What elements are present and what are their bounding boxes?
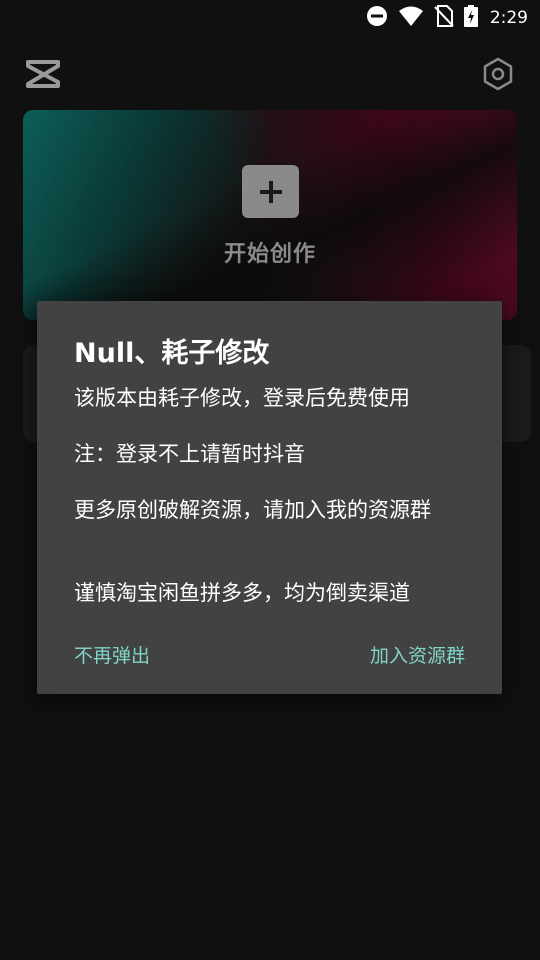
app-screen: 2:29 开始创作 Null、耗子修改 该版本由耗子修改，登录后免费使用 注：登… bbox=[0, 0, 540, 960]
dialog-message-line: 注：登录不上请暂时抖音 bbox=[74, 442, 305, 466]
dialog-message-line: 谨慎淘宝闲鱼拼多多，均为倒卖渠道 bbox=[74, 581, 410, 605]
join-group-button[interactable]: 加入资源群 bbox=[370, 641, 465, 668]
dont-show-again-button[interactable]: 不再弹出 bbox=[74, 641, 150, 668]
mod-notice-dialog: Null、耗子修改 该版本由耗子修改，登录后免费使用 注：登录不上请暂时抖音 更… bbox=[37, 301, 502, 694]
dialog-message-line: 更多原创破解资源，请加入我的资源群 bbox=[74, 498, 431, 522]
dialog-title: Null、耗子修改 bbox=[74, 338, 270, 369]
dialog-message-line: 该版本由耗子修改，登录后免费使用 bbox=[74, 386, 410, 410]
